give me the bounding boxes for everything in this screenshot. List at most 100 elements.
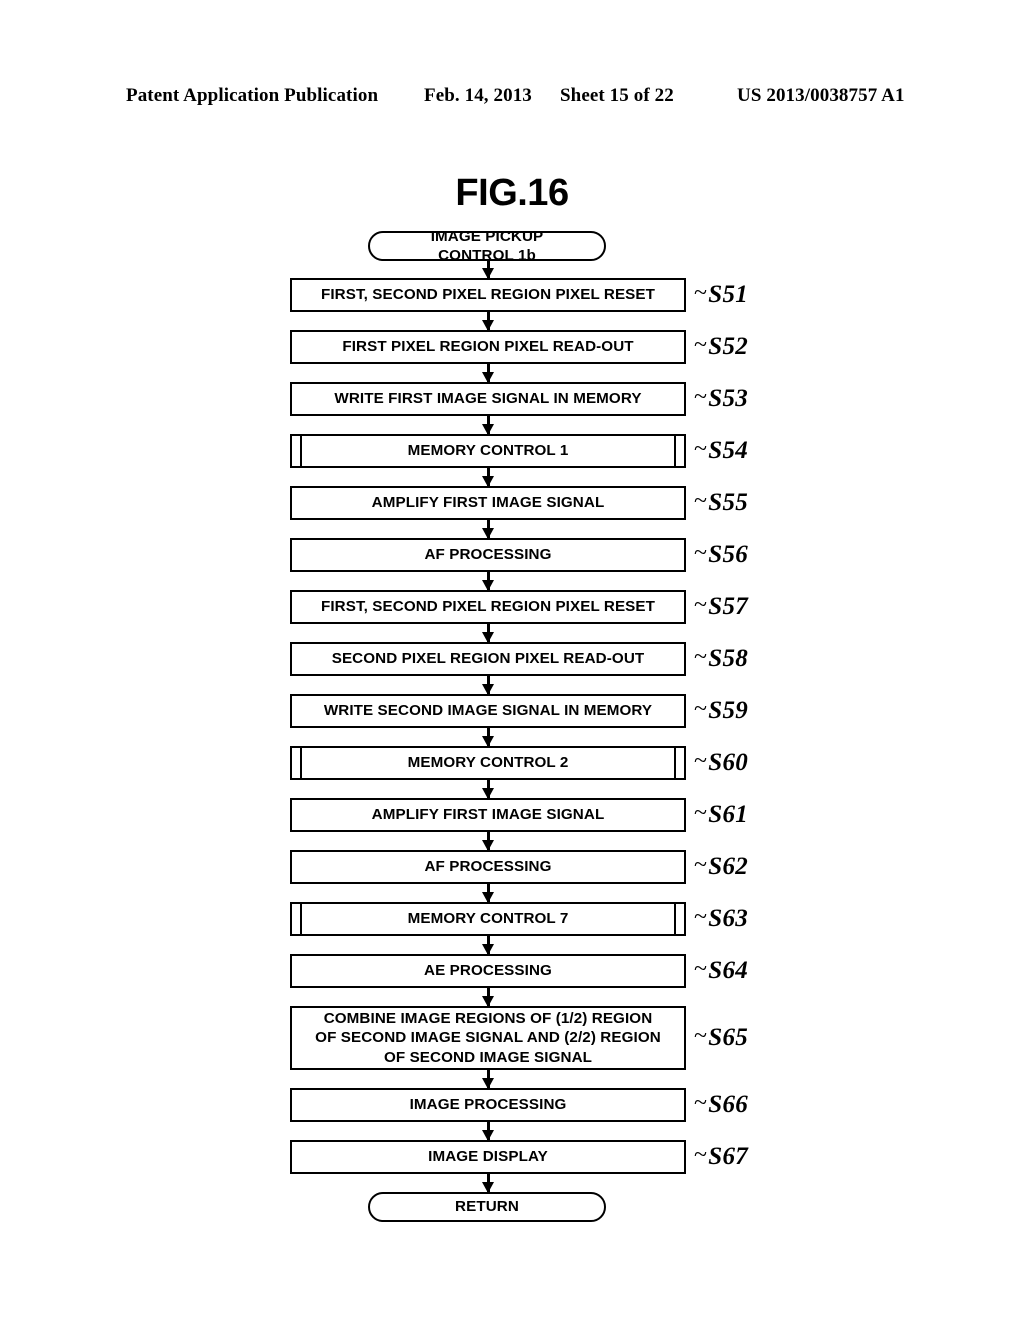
connector-s62-to-s63 xyxy=(482,884,495,903)
tilde-connector-icon: ~ xyxy=(694,852,708,878)
tilde-connector-icon: ~ xyxy=(694,644,708,670)
step-ref-s54: ~S54 xyxy=(694,436,749,465)
step-ref-s57-text: S57 xyxy=(708,593,749,620)
flowchart-step-s56: AF PROCESSING xyxy=(290,538,686,572)
connector-start-to-s51 xyxy=(482,261,495,279)
connector-s66-to-s67 xyxy=(482,1122,495,1141)
tilde-connector-icon: ~ xyxy=(694,436,708,462)
step-ref-s55-text: S55 xyxy=(708,489,749,516)
flowchart-step-s58: SECOND PIXEL REGION PIXEL READ-OUT xyxy=(290,642,686,676)
tilde-connector-icon: ~ xyxy=(694,1023,708,1049)
tilde-connector-icon: ~ xyxy=(694,332,708,358)
flowchart-step-s55-label: AMPLIFY FIRST IMAGE SIGNAL xyxy=(371,494,605,512)
flowchart-step-s52: FIRST PIXEL REGION PIXEL READ-OUT xyxy=(290,330,686,364)
step-ref-s63: ~S63 xyxy=(694,904,748,933)
flowchart-step-s64: AE PROCESSING xyxy=(290,954,686,988)
flowchart-step-s65: COMBINE IMAGE REGIONS OF (1/2) REGION OF… xyxy=(290,1006,686,1070)
step-ref-s52: ~S52 xyxy=(694,332,749,361)
step-ref-s51-text: S51 xyxy=(708,281,749,308)
step-ref-s59: ~S59 xyxy=(694,696,749,725)
connector-s67-to-return xyxy=(482,1174,495,1193)
flowchart-end-node: RETURN xyxy=(368,1192,606,1222)
flowchart-step-s63-label: MEMORY CONTROL 7 xyxy=(407,910,569,928)
step-ref-s65: ~S65 xyxy=(694,1023,749,1052)
connector-s52-to-s53 xyxy=(482,364,495,383)
tilde-connector-icon: ~ xyxy=(694,488,708,514)
step-ref-s51: ~S51 xyxy=(694,280,749,309)
step-ref-s55: ~S55 xyxy=(694,488,749,517)
flowchart-step-s58-label: SECOND PIXEL REGION PIXEL READ-OUT xyxy=(331,650,645,668)
step-ref-s52-text: S52 xyxy=(708,333,749,360)
flowchart-step-s63: MEMORY CONTROL 7 xyxy=(290,902,686,936)
flowchart-step-s53-label: WRITE FIRST IMAGE SIGNAL IN MEMORY xyxy=(334,390,642,408)
flowchart-step-s57-label: FIRST, SECOND PIXEL REGION PIXEL RESET xyxy=(320,598,656,616)
tilde-connector-icon: ~ xyxy=(694,540,708,566)
connector-s60-to-s61 xyxy=(482,780,495,799)
step-ref-s67: ~S67 xyxy=(694,1142,748,1171)
tilde-connector-icon: ~ xyxy=(694,1090,708,1116)
step-ref-s59-text: S59 xyxy=(708,697,749,724)
flowchart-step-s55: AMPLIFY FIRST IMAGE SIGNAL xyxy=(290,486,686,520)
flowchart-diagram: IMAGE PICKUP CONTROL 1b FIRST, SECOND PI… xyxy=(0,0,1024,1320)
step-ref-s56: ~S56 xyxy=(694,540,749,569)
flowchart-step-s64-label: AE PROCESSING xyxy=(424,962,552,980)
connector-s53-to-s54 xyxy=(482,416,495,435)
connector-s57-to-s58 xyxy=(482,624,495,643)
tilde-connector-icon: ~ xyxy=(694,956,708,982)
step-ref-s54-text: S54 xyxy=(708,437,749,464)
connector-s56-to-s57 xyxy=(482,572,495,591)
connector-s58-to-s59 xyxy=(482,676,495,695)
flowchart-step-s59: WRITE SECOND IMAGE SIGNAL IN MEMORY xyxy=(290,694,686,728)
tilde-connector-icon: ~ xyxy=(694,1142,708,1168)
step-ref-s65-text: S65 xyxy=(708,1024,749,1051)
flowchart-step-s67: IMAGE DISPLAY xyxy=(290,1140,686,1174)
step-ref-s62: ~S62 xyxy=(694,852,749,881)
flowchart-step-s62-label: AF PROCESSING xyxy=(424,858,552,876)
tilde-connector-icon: ~ xyxy=(694,800,708,826)
tilde-connector-icon: ~ xyxy=(694,904,708,930)
step-ref-s58-text: S58 xyxy=(708,645,749,672)
flowchart-step-s66: IMAGE PROCESSING xyxy=(290,1088,686,1122)
tilde-connector-icon: ~ xyxy=(694,592,708,618)
flowchart-start-node: IMAGE PICKUP CONTROL 1b xyxy=(368,228,606,264)
flowchart-step-s57: FIRST, SECOND PIXEL REGION PIXEL RESET xyxy=(290,590,686,624)
step-ref-s64: ~S64 xyxy=(694,956,749,985)
flowchart-step-s54-label: MEMORY CONTROL 1 xyxy=(407,442,569,460)
step-ref-s56-text: S56 xyxy=(708,541,749,568)
step-ref-s61-text: S61 xyxy=(708,801,749,828)
step-ref-s60-text: S60 xyxy=(708,749,749,776)
flowchart-end-label: RETURN xyxy=(455,1198,519,1216)
step-ref-s66-text: S66 xyxy=(708,1091,749,1118)
flowchart-step-s67-label: IMAGE DISPLAY xyxy=(428,1148,548,1166)
step-ref-s61: ~S61 xyxy=(694,800,749,829)
flowchart-step-s66-label: IMAGE PROCESSING xyxy=(409,1096,567,1114)
connector-s59-to-s60 xyxy=(482,728,495,747)
flowchart-step-s56-label: AF PROCESSING xyxy=(424,546,552,564)
flowchart-step-s61-label: AMPLIFY FIRST IMAGE SIGNAL xyxy=(371,806,605,824)
connector-s64-to-s65 xyxy=(482,988,495,1007)
tilde-connector-icon: ~ xyxy=(694,280,708,306)
connector-s54-to-s55 xyxy=(482,468,495,487)
flowchart-step-s51: FIRST, SECOND PIXEL REGION PIXEL RESET xyxy=(290,278,686,312)
flowchart-step-s51-label: FIRST, SECOND PIXEL REGION PIXEL RESET xyxy=(320,286,656,304)
step-ref-s62-text: S62 xyxy=(708,853,749,880)
connector-s63-to-s64 xyxy=(482,936,495,955)
flowchart-step-s52-label: FIRST PIXEL REGION PIXEL READ-OUT xyxy=(342,338,634,356)
step-ref-s53-text: S53 xyxy=(708,385,749,412)
connector-s51-to-s52 xyxy=(482,312,495,331)
step-ref-s60: ~S60 xyxy=(694,748,749,777)
connector-s61-to-s62 xyxy=(482,832,495,851)
connector-s55-to-s56 xyxy=(482,520,495,539)
step-ref-s57: ~S57 xyxy=(694,592,749,621)
flowchart-step-s62: AF PROCESSING xyxy=(290,850,686,884)
tilde-connector-icon: ~ xyxy=(694,748,708,774)
flowchart-step-s54: MEMORY CONTROL 1 xyxy=(290,434,686,468)
tilde-connector-icon: ~ xyxy=(694,696,708,722)
step-ref-s64-text: S64 xyxy=(708,957,749,984)
connector-s65-to-s66 xyxy=(482,1070,495,1089)
flowchart-step-s53: WRITE FIRST IMAGE SIGNAL IN MEMORY xyxy=(290,382,686,416)
flowchart-step-s61: AMPLIFY FIRST IMAGE SIGNAL xyxy=(290,798,686,832)
flowchart-step-s60: MEMORY CONTROL 2 xyxy=(290,746,686,780)
step-ref-s53: ~S53 xyxy=(694,384,749,413)
flowchart-start-label: IMAGE PICKUP CONTROL 1b xyxy=(430,227,544,264)
